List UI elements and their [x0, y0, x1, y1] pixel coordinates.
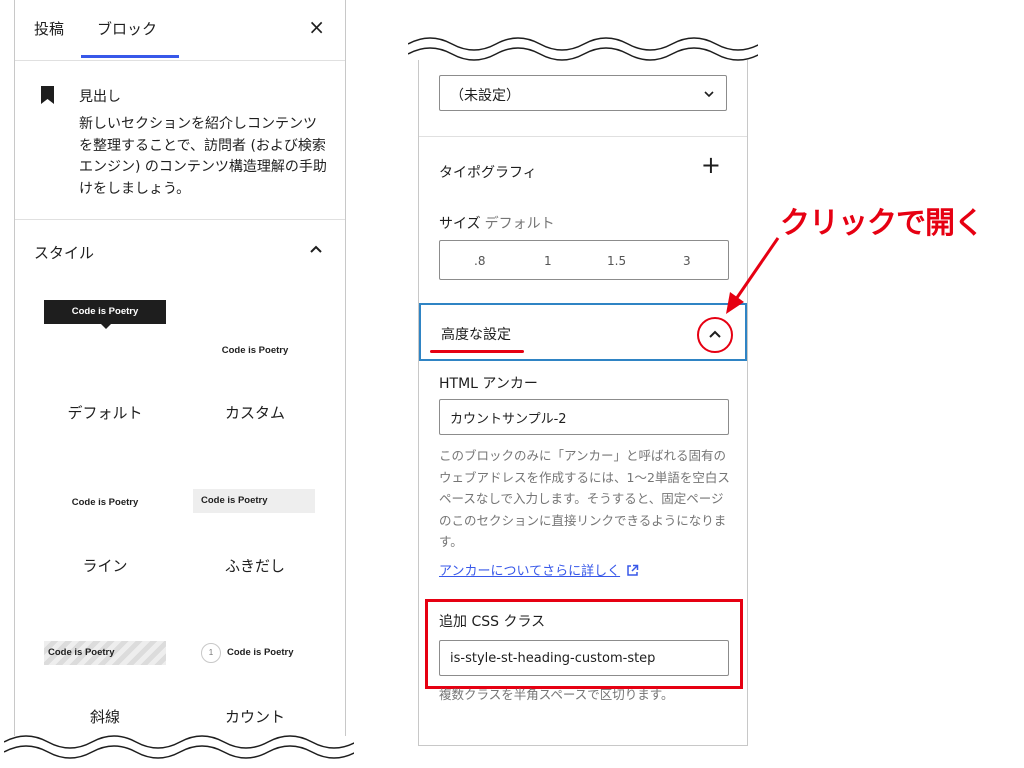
style-label-default[interactable]: デフォルト	[30, 402, 180, 423]
style-label-balloon[interactable]: ふきだし	[180, 555, 330, 576]
size-option[interactable]: .8	[474, 254, 485, 268]
advanced-toggle-button[interactable]	[697, 317, 733, 353]
torn-edge-right	[408, 30, 758, 61]
size-label: サイズ デフォルト	[439, 213, 555, 233]
section-divider	[419, 136, 747, 137]
size-label-text: サイズ	[439, 216, 481, 232]
chevron-up-icon[interactable]	[309, 242, 323, 256]
torn-edge-left	[4, 735, 354, 762]
style-preview-balloon[interactable]: Code is Poetry	[193, 489, 315, 513]
select-value: （未設定）	[450, 88, 520, 104]
style-preview-stripe[interactable]: Code is Poetry	[44, 641, 166, 665]
advanced-title: 高度な設定	[441, 327, 511, 343]
advanced-settings-panel: （未設定） タイポグラフィ + サイズ デフォルト .8 1 1.5 3 高度な設…	[418, 40, 748, 746]
callout-text: クリックで開く	[780, 206, 984, 241]
css-class-label: 追加 CSS クラス	[439, 614, 546, 630]
size-default-text: デフォルト	[484, 216, 555, 232]
learn-more-text: アンカーについてさらに詳しく	[439, 564, 621, 579]
advanced-panel-header[interactable]: 高度な設定	[419, 303, 747, 361]
size-option[interactable]: 1	[544, 254, 552, 268]
html-anchor-label: HTML アンカー	[439, 376, 538, 392]
style-preview-count[interactable]: 1 Code is Poetry	[201, 643, 294, 663]
block-title: 見出し	[79, 89, 121, 105]
plus-icon[interactable]: +	[701, 153, 721, 177]
chevron-up-icon	[709, 330, 721, 338]
arrow-icon	[726, 237, 780, 314]
block-settings-sidebar: 投稿 ブロック × 見出し 新しいセクションを紹介しコンテンツを整理することで、…	[14, 0, 346, 740]
learn-more-link[interactable]: アンカーについてさらに詳しく	[439, 560, 639, 579]
style-preview-line[interactable]: Code is Poetry	[30, 497, 180, 508]
external-link-icon	[627, 564, 639, 576]
close-icon[interactable]: ×	[308, 16, 325, 38]
size-option[interactable]: 3	[683, 254, 691, 268]
bookmark-icon	[41, 86, 54, 104]
font-size-picker: .8 1 1.5 3	[439, 240, 729, 280]
styles-title: スタイル	[34, 244, 95, 262]
block-description: 新しいセクションを紹介しコンテンツを整理することで、訪問者 (および検索エンジン…	[79, 116, 327, 197]
typography-title: タイポグラフィ	[439, 165, 537, 181]
css-class-input[interactable]	[439, 640, 729, 676]
css-class-help-text: 複数クラスを半角スペースで区切ります。	[439, 687, 674, 702]
tab-posts[interactable]: 投稿	[34, 18, 64, 39]
chevron-down-icon	[704, 91, 714, 98]
active-tab-indicator	[81, 55, 179, 58]
tab-block[interactable]: ブロック	[97, 18, 157, 39]
style-label-custom[interactable]: カスタム	[180, 402, 330, 423]
anchor-help-text: このブロックのみに「アンカー」と呼ばれる固有のウェブアドレスを作成するには、1〜…	[439, 448, 730, 549]
count-preview-text: Code is Poetry	[227, 647, 294, 658]
block-card: 見出し 新しいセクションを紹介しコンテンツを整理することで、訪問者 (および検索…	[15, 61, 345, 220]
highlight-underline	[430, 350, 524, 353]
styles-panel-header[interactable]: スタイル	[15, 220, 345, 284]
sidebar-tabs: 投稿 ブロック ×	[15, 0, 345, 61]
heading-level-select[interactable]: （未設定）	[439, 75, 727, 111]
size-option[interactable]: 1.5	[607, 254, 626, 268]
style-label-line[interactable]: ライン	[30, 555, 180, 576]
html-anchor-input[interactable]	[439, 399, 729, 435]
preview-tooltip-tail	[101, 324, 111, 329]
count-number: 1	[201, 643, 221, 663]
style-preview-custom[interactable]: Code is Poetry	[180, 345, 330, 356]
style-preview-default[interactable]: Code is Poetry	[44, 300, 166, 324]
